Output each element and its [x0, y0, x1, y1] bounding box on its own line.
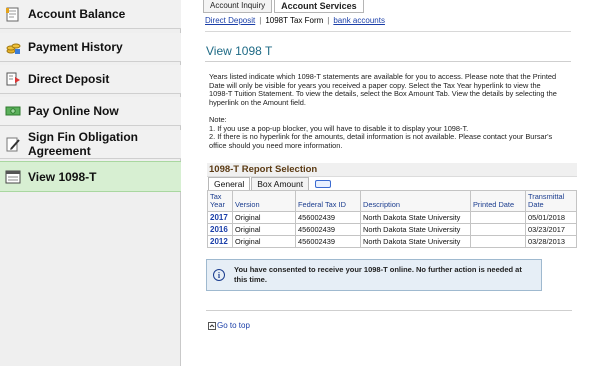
pencil-icon: [5, 136, 21, 152]
printed-date-cell: [470, 211, 526, 224]
sidebar-item-label: Sign Fin Obligation Agreement: [28, 130, 138, 158]
go-to-top-label: Go to top: [217, 321, 250, 330]
sidebar: Account Balance Payment History Direct D…: [0, 0, 181, 366]
federal-tax-id-cell: 456002439: [295, 235, 361, 248]
tax-year-link[interactable]: 2012: [207, 235, 233, 248]
sidebar-item-label: Pay Online Now: [28, 104, 119, 118]
column-header-printed-date: Printed Date: [470, 190, 526, 212]
table-header-row: Tax Year Version Federal Tax ID Descript…: [207, 190, 577, 212]
go-to-top-icon: [208, 321, 216, 330]
info-message-box: i You have consented to receive your 109…: [206, 259, 542, 291]
money-icon: [5, 103, 21, 119]
go-to-top-link[interactable]: Go to top: [208, 321, 250, 330]
report-sub-tabs: General Box Amount: [208, 177, 332, 190]
printed-date-cell: [470, 235, 526, 248]
version-cell: Original: [232, 211, 296, 224]
column-header-description: Description: [360, 190, 471, 212]
transmittal-date-cell: 05/01/2018: [525, 211, 577, 224]
note-block: Note: 1. If you use a pop-up blocker, yo…: [209, 115, 559, 150]
table-row: 2017 Original 456002439 North Dakota Sta…: [207, 211, 577, 224]
printed-date-cell: [470, 223, 526, 236]
sidebar-item-label: Direct Deposit: [28, 72, 110, 86]
sidebar-item-account-balance[interactable]: Account Balance: [0, 0, 181, 29]
page-title: View 1098 T: [206, 44, 273, 58]
subnav-bank-accounts[interactable]: bank accounts: [333, 16, 385, 25]
top-tabs: Account Inquiry Account Services: [203, 0, 366, 13]
tab-box-amount[interactable]: Box Amount: [251, 177, 310, 190]
transmittal-date-cell: 03/23/2017: [525, 223, 577, 236]
column-header-version: Version: [232, 190, 296, 212]
sidebar-item-payment-history[interactable]: Payment History: [0, 33, 181, 62]
tab-account-services[interactable]: Account Services: [274, 0, 364, 13]
sidebar-item-direct-deposit[interactable]: Direct Deposit: [0, 65, 181, 94]
description-cell: North Dakota State University: [360, 235, 471, 248]
divider: [205, 31, 571, 32]
report-section-title: 1098-T Report Selection: [207, 163, 577, 177]
report-table: Tax Year Version Federal Tax ID Descript…: [207, 190, 577, 248]
column-header-transmittal-date: Transmittal Date: [525, 190, 577, 212]
subnav-direct-deposit[interactable]: Direct Deposit: [205, 16, 255, 25]
column-header-tax-year: Tax Year: [207, 190, 233, 212]
tax-year-link[interactable]: 2017: [207, 211, 233, 224]
version-cell: Original: [232, 223, 296, 236]
sidebar-item-label: Account Balance: [28, 7, 126, 21]
sidebar-item-view-1098t[interactable]: View 1098-T: [0, 161, 181, 192]
intro-text: Years listed indicate which 1098-T state…: [209, 72, 557, 107]
federal-tax-id-cell: 456002439: [295, 211, 361, 224]
federal-tax-id-cell: 456002439: [295, 223, 361, 236]
transmittal-date-cell: 03/28/2013: [525, 235, 577, 248]
divider: [205, 61, 571, 62]
subnav-separator: |: [259, 16, 262, 25]
divider: [206, 310, 572, 311]
subnav: Direct Deposit | 1098T Tax Form | bank accou…: [205, 16, 385, 25]
sidebar-item-sign-fin-obligation[interactable]: Sign Fin Obligation Agreement: [0, 130, 181, 159]
table-row: 2016 Original 456002439 North Dakota Sta…: [207, 223, 577, 236]
note-item: 2. If there is no hyperlink for the amou…: [209, 132, 553, 150]
document-icon: [5, 6, 21, 22]
info-message-text: You have consented to receive your 1098-…: [234, 265, 522, 284]
version-cell: Original: [232, 235, 296, 248]
tab-general[interactable]: General: [208, 177, 251, 190]
table-row: 2012 Original 456002439 North Dakota Sta…: [207, 235, 577, 248]
deposit-icon: [5, 71, 21, 87]
subnav-separator: |: [327, 16, 330, 25]
info-icon: i: [213, 269, 225, 281]
coins-icon: [5, 39, 21, 55]
sidebar-item-label: View 1098-T: [28, 169, 97, 184]
tax-year-link[interactable]: 2016: [207, 223, 233, 236]
show-all-columns-icon[interactable]: [315, 180, 332, 188]
main-content: Account Inquiry Account Services Direct …: [181, 0, 600, 366]
sidebar-item-pay-online-now[interactable]: Pay Online Now: [0, 97, 181, 126]
subnav-1098t-tax-form: 1098T Tax Form: [265, 16, 324, 25]
sidebar-item-label: Payment History: [28, 40, 123, 54]
form-icon: [5, 169, 21, 185]
column-header-federal-tax-id: Federal Tax ID: [295, 190, 361, 212]
description-cell: North Dakota State University: [360, 223, 471, 236]
description-cell: North Dakota State University: [360, 211, 471, 224]
tab-account-inquiry[interactable]: Account Inquiry: [203, 0, 273, 13]
